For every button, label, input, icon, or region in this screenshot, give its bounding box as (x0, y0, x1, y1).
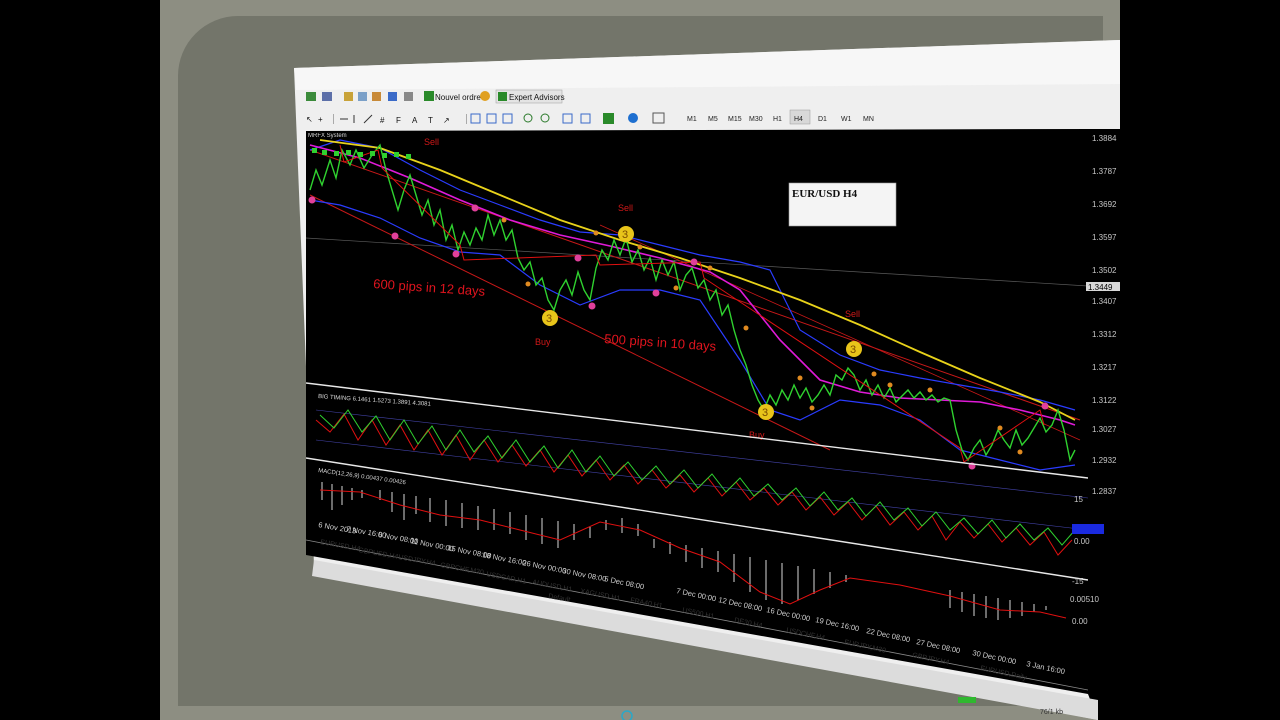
indicator2-scale: 0.00510 (1070, 595, 1099, 604)
strategy-tester-icon[interactable] (404, 92, 413, 101)
tf-mn[interactable]: MN (863, 116, 874, 123)
signal-label: 3 (762, 407, 768, 419)
tf-h4[interactable]: H4 (794, 116, 803, 123)
indicator2-scale: 0.00 (1072, 617, 1088, 626)
annotation-buy: Buy (535, 337, 551, 347)
periods-icon[interactable] (628, 113, 638, 123)
toolbar-separator (466, 114, 467, 124)
tf-m1[interactable]: M1 (687, 116, 697, 123)
price-label: 1.2932 (1092, 456, 1117, 465)
label-tool-icon[interactable]: T (428, 116, 433, 125)
profiles-icon[interactable] (322, 92, 332, 101)
fibonacci-tool-icon[interactable]: F (396, 116, 401, 125)
price-label: 1.3027 (1092, 425, 1117, 434)
indicator1-scale: 0.00 (1074, 537, 1090, 546)
terminal-icon[interactable] (388, 92, 397, 101)
price-label: 1.2837 (1092, 487, 1117, 496)
expert-advisors-label: Expert Advisors (509, 93, 565, 102)
toolbar-separator (333, 114, 334, 124)
tf-h1[interactable]: H1 (773, 116, 782, 123)
expert-advisors-icon (498, 92, 507, 101)
cursor-indicator-icon (621, 710, 633, 720)
price-label: 1.3122 (1092, 396, 1117, 405)
signal-label: 3 (622, 229, 628, 241)
indicator-marker (1072, 524, 1104, 534)
indicators-icon[interactable] (603, 113, 614, 124)
price-label: 1.3312 (1092, 330, 1117, 339)
tf-w1[interactable]: W1 (841, 116, 852, 123)
price-label: 1.3884 (1092, 134, 1117, 143)
connection-status-icon (958, 697, 976, 703)
tf-m5[interactable]: M5 (708, 116, 718, 123)
price-label: 1.3787 (1092, 167, 1117, 176)
meta-editor-icon[interactable] (480, 91, 490, 101)
symbol-label: EUR/USD H4 (792, 188, 858, 200)
price-label: 1.3217 (1092, 363, 1117, 372)
new-chart-icon[interactable] (306, 92, 316, 101)
tf-d1[interactable]: D1 (818, 116, 827, 123)
tf-m30[interactable]: M30 (749, 116, 763, 123)
channel-tool-icon[interactable]: # (380, 116, 385, 125)
signal-label: 3 (546, 313, 552, 325)
current-price-label: 1.3449 (1088, 283, 1113, 292)
new-order-button[interactable]: Nouvel ordre (435, 93, 481, 102)
indicator1-scale: -15 (1072, 577, 1084, 586)
price-label: 1.3502 (1092, 266, 1117, 275)
data-window-icon[interactable] (372, 92, 381, 101)
annotation-sell: Sell (845, 309, 860, 319)
signal-label: 3 (850, 344, 856, 356)
price-label: 1.3692 (1092, 200, 1117, 209)
text-tool-icon[interactable]: A (412, 116, 418, 125)
system-label: MRFX System (308, 133, 347, 139)
new-order-icon[interactable] (424, 91, 434, 101)
arrows-tool-icon[interactable]: ↗ (443, 116, 450, 125)
price-label: 1.3407 (1092, 297, 1117, 306)
annotation-sell: Sell (424, 137, 439, 147)
tf-m15[interactable]: M15 (728, 116, 742, 123)
status-traffic: 76/1 kb (1040, 709, 1063, 716)
indicator1-scale: 15 (1074, 495, 1083, 504)
trading-window: Nouvel ordre Expert Advisors ↖ + # F A T… (294, 40, 1120, 720)
annotation-sell: Sell (618, 203, 633, 213)
cursor-tool-icon[interactable]: ↖ (306, 115, 313, 124)
price-label: 1.3597 (1092, 233, 1117, 242)
crosshair-tool-icon[interactable]: + (318, 115, 323, 124)
window-titlebar (294, 40, 1120, 90)
navigator-icon[interactable] (344, 92, 353, 101)
market-watch-icon[interactable] (358, 92, 367, 101)
